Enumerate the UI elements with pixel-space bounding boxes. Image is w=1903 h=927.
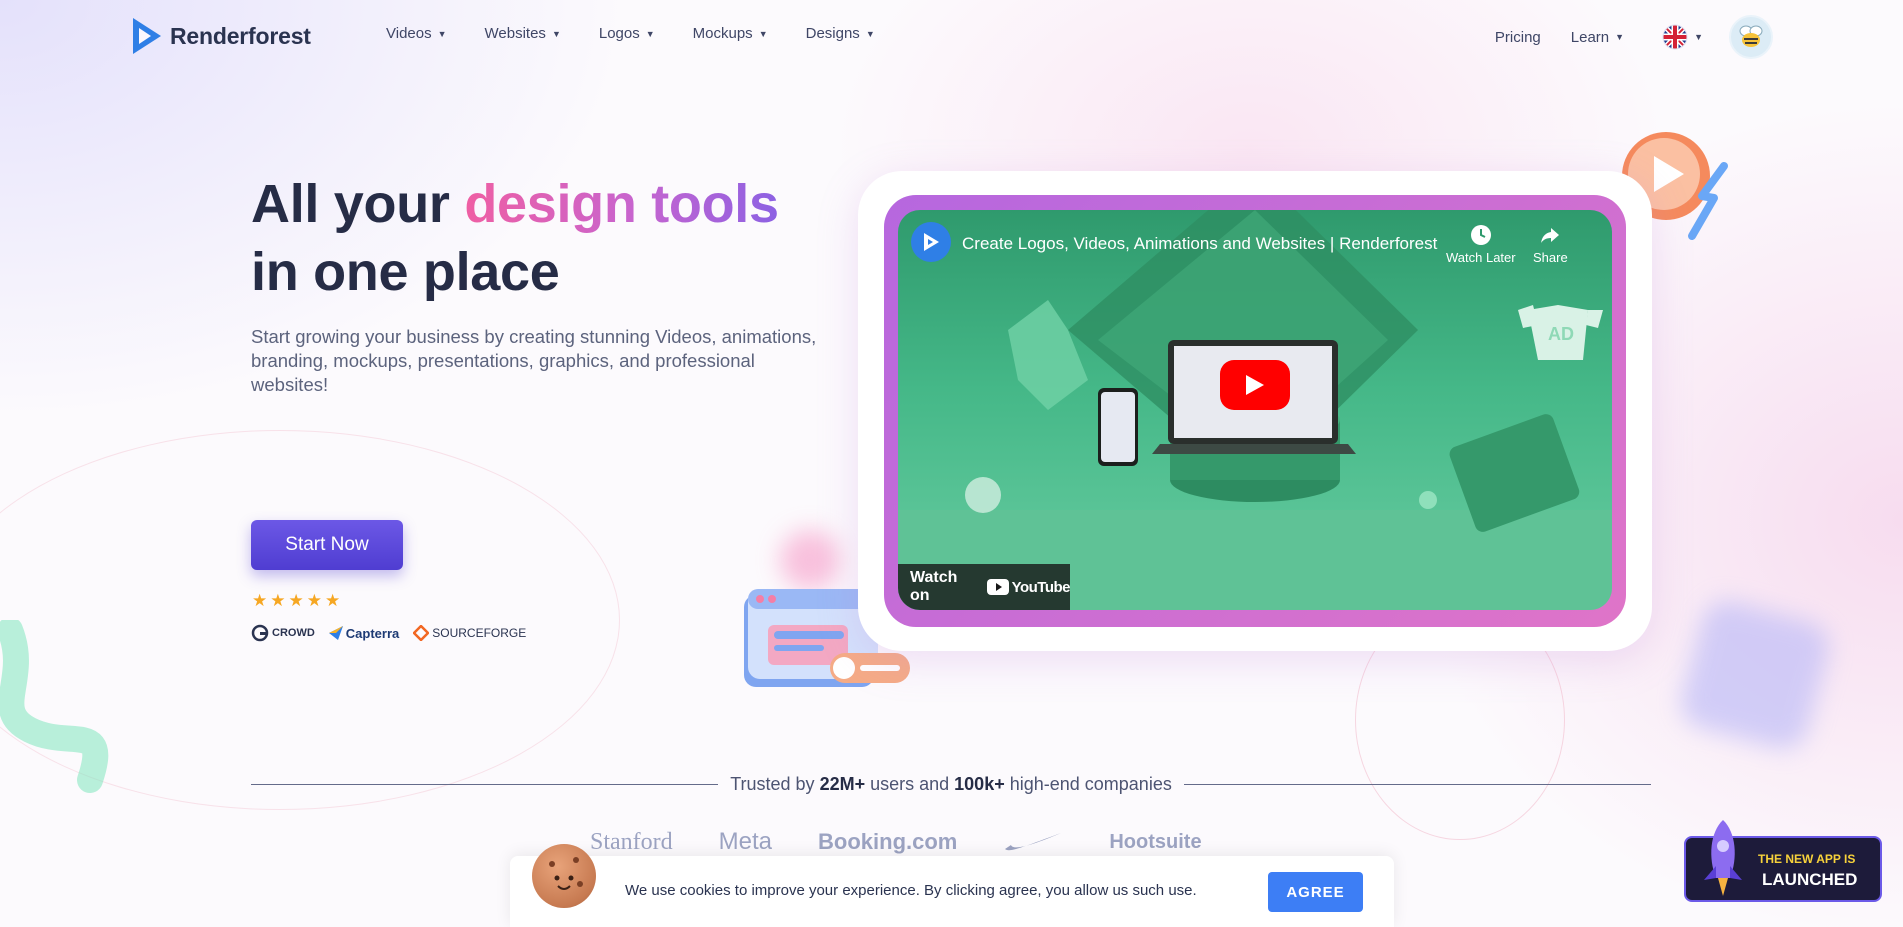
channel-avatar[interactable] bbox=[911, 222, 951, 262]
g2-crowd-label: CROWD bbox=[272, 627, 315, 639]
hero-title: All your design tools in one place bbox=[251, 170, 779, 306]
nav-item-label: Videos bbox=[386, 25, 432, 42]
hootsuite-logo: Hootsuite bbox=[1109, 830, 1202, 853]
clock-icon bbox=[1470, 225, 1491, 245]
watch-on-label: Watch on bbox=[910, 569, 958, 604]
company-logos: Stanford Meta Booking.com Hootsuite bbox=[590, 828, 1202, 856]
video-title[interactable]: Create Logos, Videos, Animations and Web… bbox=[962, 234, 1442, 254]
review-site-logos: CROWD Capterra SOURCEFORGE bbox=[251, 624, 526, 642]
brand-logo[interactable]: Renderforest bbox=[130, 16, 311, 56]
caret-down-icon: ▼ bbox=[1694, 32, 1703, 42]
users-count: 22M+ bbox=[819, 773, 866, 794]
nav-item-pricing[interactable]: Pricing bbox=[1495, 29, 1541, 46]
trusted-suffix: high-end companies bbox=[1004, 773, 1172, 794]
star-icon: ★ bbox=[270, 591, 286, 610]
badge-line-1: THE NEW APP IS bbox=[1758, 852, 1856, 866]
blue-cube-decoration bbox=[1675, 595, 1835, 755]
nav-right-group: Pricing Learn ▼ ▼ bbox=[1495, 15, 1773, 59]
stanford-logo: Stanford bbox=[590, 828, 673, 855]
caret-down-icon: ▼ bbox=[758, 28, 768, 39]
start-now-button[interactable]: Start Now bbox=[251, 520, 403, 570]
pink-blob-decoration bbox=[780, 530, 840, 590]
booking-logo: Booking.com bbox=[818, 829, 958, 854]
nav-item-label: Designs bbox=[805, 25, 860, 42]
sourceforge-label: SOURCEFORGE bbox=[432, 626, 527, 640]
video-thumbnail-scene bbox=[898, 210, 1612, 610]
language-selector[interactable]: ▼ bbox=[1662, 24, 1703, 50]
renderforest-channel-icon bbox=[924, 233, 939, 251]
cookie-face-icon bbox=[549, 857, 583, 890]
nav-item-label: Websites bbox=[484, 25, 546, 42]
cookie-message: We use cookies to improve your experienc… bbox=[625, 882, 1197, 899]
watch-later-button[interactable]: Watch Later bbox=[1446, 224, 1516, 265]
uk-flag-icon bbox=[1662, 24, 1688, 50]
shirt-print-text: AD bbox=[1548, 324, 1574, 344]
capterra-label: Capterra bbox=[345, 625, 400, 641]
trusted-middle: users and bbox=[865, 773, 955, 794]
star-icon: ★ bbox=[325, 591, 341, 610]
new-app-launched-badge[interactable]: THE NEW APP IS LAUNCHED bbox=[1684, 820, 1882, 902]
caret-down-icon: ▼ bbox=[437, 28, 447, 39]
star-icon: ★ bbox=[252, 591, 268, 610]
divider-line bbox=[1183, 783, 1652, 785]
play-icon bbox=[1246, 375, 1264, 395]
caret-down-icon: ▼ bbox=[645, 28, 655, 39]
meta-logo: Meta bbox=[718, 828, 773, 855]
nav-item-logos[interactable]: Logos ▼ bbox=[599, 25, 655, 42]
caret-down-icon: ▼ bbox=[865, 28, 875, 39]
youtube-icon bbox=[986, 579, 1009, 595]
rocket-icon bbox=[1704, 820, 1742, 896]
star-icon: ★ bbox=[288, 591, 304, 610]
share-button[interactable]: Share bbox=[1533, 224, 1568, 265]
brand-name: Renderforest bbox=[170, 22, 311, 49]
hero-title-part1: All your bbox=[251, 174, 465, 234]
capterra-logo[interactable]: Capterra bbox=[328, 625, 400, 641]
user-avatar[interactable] bbox=[1729, 15, 1773, 59]
nav-item-learn[interactable]: Learn ▼ bbox=[1571, 29, 1624, 46]
hero-title-highlight: design tools bbox=[464, 174, 779, 234]
nav-item-label: Logos bbox=[598, 25, 640, 42]
caret-down-icon: ▼ bbox=[1615, 32, 1625, 42]
youtube-logo: YouTube bbox=[986, 578, 1071, 596]
nav-item-designs[interactable]: Designs ▼ bbox=[806, 25, 875, 42]
trusted-prefix: Trusted by bbox=[730, 773, 820, 794]
badge-line-2: LAUNCHED bbox=[1762, 870, 1858, 889]
green-squiggle-decoration bbox=[0, 620, 109, 793]
youtube-video-player[interactable]: AD Create Logos, Videos, Animations and … bbox=[898, 210, 1612, 610]
nav-item-label: Pricing bbox=[1494, 28, 1541, 46]
share-label: Share bbox=[1533, 250, 1568, 265]
renderforest-logo-icon bbox=[133, 18, 161, 54]
sourceforge-icon bbox=[413, 625, 430, 641]
rating-stars: ★ ★ ★ ★ ★ bbox=[252, 591, 340, 611]
capterra-icon bbox=[328, 626, 343, 640]
nav-item-label: Learn bbox=[1570, 28, 1610, 46]
trusted-by-banner: Trusted by 22M+ users and 100k+ high-end… bbox=[251, 772, 1652, 796]
watch-later-label: Watch Later bbox=[1446, 250, 1516, 265]
share-arrow-icon bbox=[1541, 228, 1560, 243]
g2-icon bbox=[251, 624, 269, 642]
bee-avatar-icon bbox=[1739, 25, 1763, 47]
cookie-banner: We use cookies to improve your experienc… bbox=[510, 844, 1394, 927]
hero-title-part2: in one place bbox=[251, 242, 560, 302]
main-menu: Videos ▼ Websites ▼ Logos ▼ Mockups ▼ Design… bbox=[386, 25, 913, 42]
top-navigation: Renderforest Videos ▼ Websites ▼ Logos ▼ Mo… bbox=[0, 0, 1903, 70]
watch-on-youtube-link[interactable]: Watch on YouTube bbox=[898, 564, 1071, 610]
nav-item-mockups[interactable]: Mockups ▼ bbox=[693, 25, 768, 42]
nav-item-websites[interactable]: Websites ▼ bbox=[485, 25, 561, 42]
nav-item-videos[interactable]: Videos ▼ bbox=[386, 25, 447, 42]
star-icon: ★ bbox=[306, 591, 322, 610]
g2-crowd-logo[interactable]: CROWD bbox=[251, 624, 315, 642]
nav-item-label: Mockups bbox=[692, 25, 753, 42]
youtube-label: YouTube bbox=[1011, 578, 1071, 596]
companies-count: 100k+ bbox=[954, 773, 1005, 794]
caret-down-icon: ▼ bbox=[551, 28, 561, 39]
sourceforge-logo[interactable]: SOURCEFORGE bbox=[413, 625, 526, 641]
divider-line bbox=[251, 783, 719, 785]
agree-button[interactable]: AGREE bbox=[1268, 872, 1363, 912]
nike-swoosh-icon bbox=[1005, 833, 1062, 851]
play-button[interactable] bbox=[1220, 360, 1290, 410]
hero-subtitle: Start growing your business by creating … bbox=[251, 326, 817, 395]
cookie-icon bbox=[532, 844, 596, 908]
trusted-by-text: Trusted by 22M+ users and 100k+ high-end… bbox=[718, 774, 1184, 795]
